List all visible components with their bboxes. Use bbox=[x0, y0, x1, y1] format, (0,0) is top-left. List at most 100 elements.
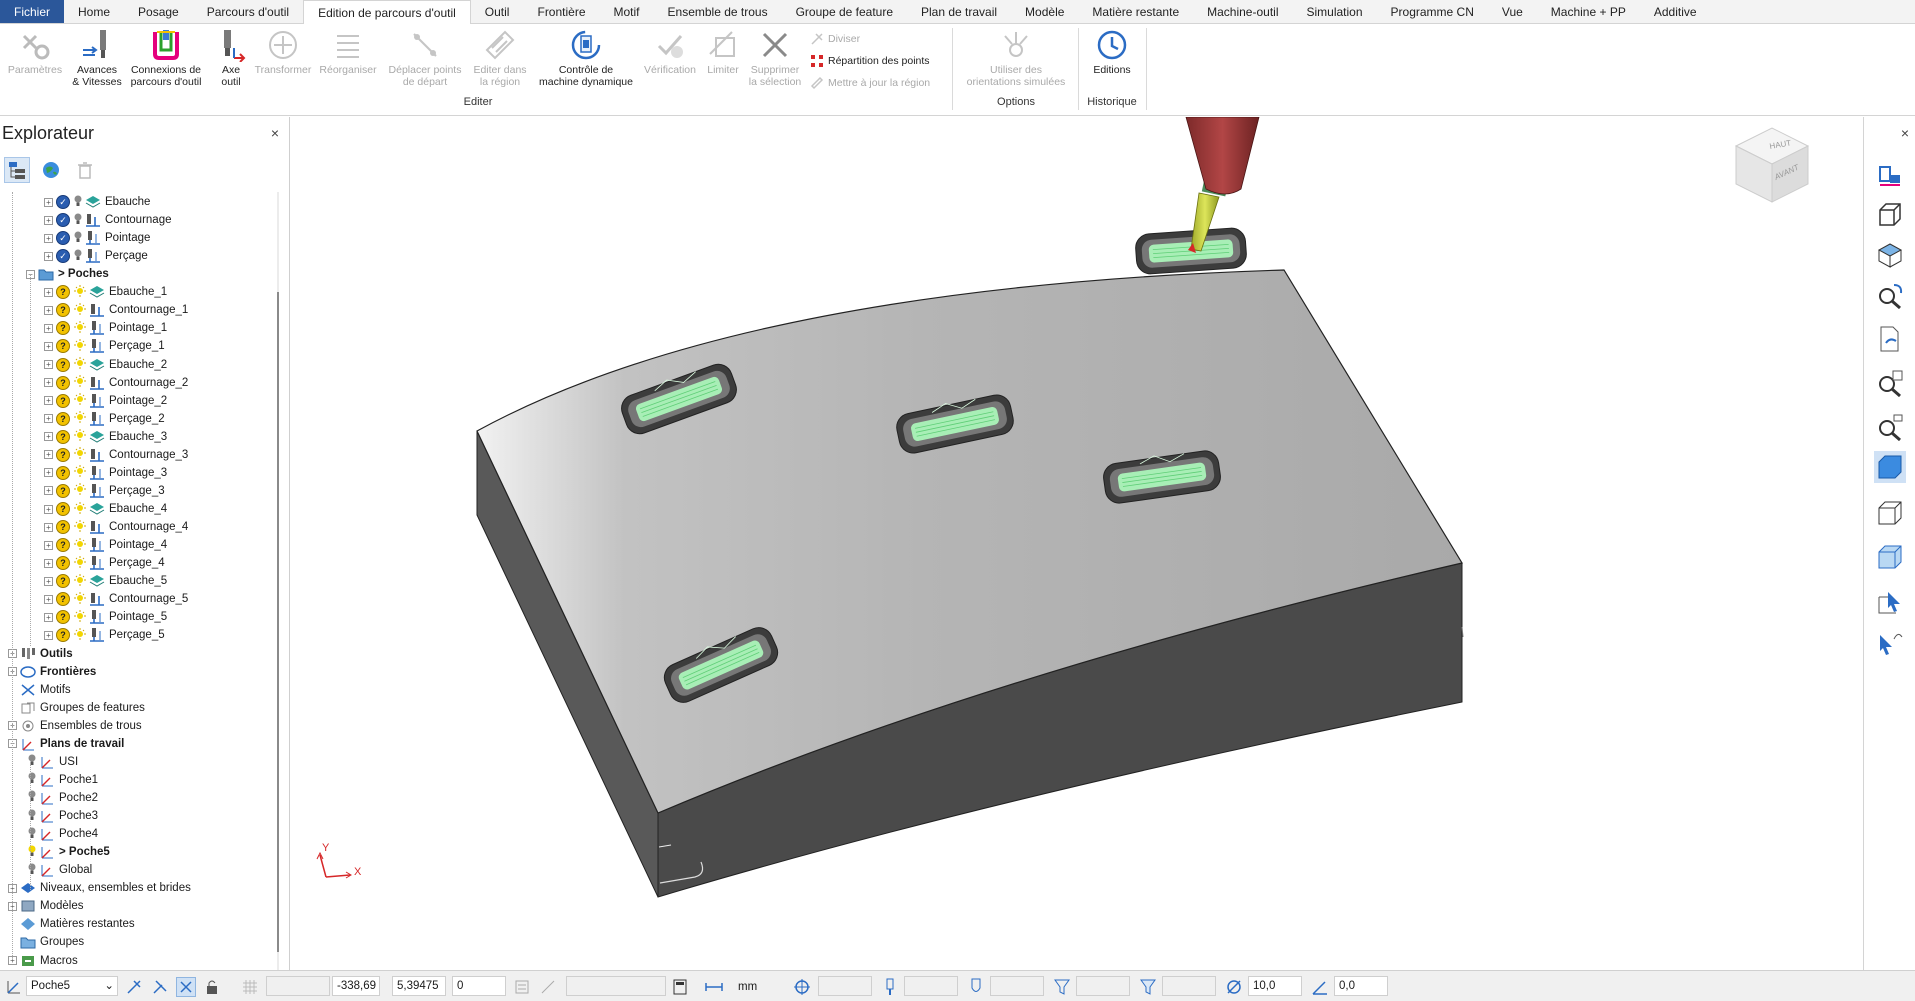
calculated-check-icon[interactable]: ✓ bbox=[56, 231, 70, 246]
tree-node[interactable]: Poche2 bbox=[26, 789, 98, 807]
angle-field[interactable]: 0,0 bbox=[1334, 976, 1388, 996]
select-undo-button[interactable] bbox=[1874, 627, 1906, 659]
tree-node[interactable]: + ✓ Ebauche bbox=[44, 193, 150, 211]
visibility-bulb-icon[interactable] bbox=[72, 573, 89, 589]
visibility-bulb-icon[interactable] bbox=[72, 357, 89, 372]
verification-button[interactable]: Vérification bbox=[638, 28, 702, 76]
menu-tab[interactable]: Parcours d'outil bbox=[193, 0, 303, 23]
uncalculated-question-icon[interactable]: ? bbox=[56, 520, 70, 535]
expand-icon[interactable]: + bbox=[44, 594, 53, 604]
tree-node[interactable]: +? Perçage_2 bbox=[44, 410, 165, 428]
menu-tab[interactable]: Home bbox=[64, 0, 124, 23]
visibility-bulb-icon[interactable] bbox=[72, 609, 89, 625]
tree-node[interactable]: +? Ebauche_1 bbox=[44, 283, 167, 301]
explorer-close-button[interactable]: × bbox=[271, 125, 279, 141]
calculated-check-icon[interactable]: ✓ bbox=[56, 249, 70, 264]
tree-node[interactable]: +? Contournage_2 bbox=[44, 374, 188, 392]
uncalculated-question-icon[interactable]: ? bbox=[56, 429, 70, 444]
menu-tab[interactable]: Simulation bbox=[1293, 0, 1377, 23]
filter-icon[interactable] bbox=[1052, 977, 1072, 997]
expand-icon[interactable]: + bbox=[44, 360, 53, 370]
menu-file[interactable]: Fichier bbox=[0, 0, 65, 23]
tree-node[interactable]: +? Contournage_4 bbox=[44, 518, 188, 536]
globe-view-button[interactable] bbox=[38, 157, 64, 183]
coord-z-field[interactable]: 0 bbox=[452, 976, 506, 996]
tree-node[interactable]: +? Contournage_1 bbox=[44, 301, 188, 319]
ruler-icon[interactable] bbox=[704, 977, 724, 997]
diameter-icon[interactable] bbox=[1224, 977, 1244, 997]
view-top-button[interactable] bbox=[1874, 239, 1906, 271]
menu-tab[interactable]: Posage bbox=[124, 0, 193, 23]
visibility-bulb-icon[interactable] bbox=[72, 393, 89, 408]
visibility-bulb-icon[interactable] bbox=[72, 320, 89, 336]
reorder-button[interactable]: Réorganiser bbox=[316, 28, 380, 76]
tree-node[interactable]: +? Ebauche_3 bbox=[44, 428, 167, 446]
parameters-button[interactable]: Paramètres bbox=[6, 28, 64, 76]
angle-icon[interactable] bbox=[1310, 977, 1330, 997]
uncalculated-question-icon[interactable]: ? bbox=[56, 502, 70, 517]
tree-node[interactable]: +? Contournage_5 bbox=[44, 590, 188, 608]
visibility-bulb-icon[interactable] bbox=[72, 411, 89, 426]
visibility-bulb-icon[interactable] bbox=[72, 302, 89, 318]
menu-tab[interactable]: Plan de travail bbox=[907, 0, 1011, 23]
expand-icon[interactable]: + bbox=[44, 251, 53, 261]
visibility-bulb-icon[interactable] bbox=[72, 501, 89, 517]
expand-icon[interactable]: + bbox=[44, 504, 53, 514]
tree-node[interactable]: + Outils bbox=[8, 645, 73, 663]
tree-node[interactable]: Global bbox=[26, 861, 92, 879]
visibility-bulb-icon[interactable] bbox=[72, 375, 89, 390]
coord-y-field[interactable]: 5,39475 bbox=[392, 976, 446, 996]
expand-icon[interactable]: + bbox=[44, 522, 53, 532]
uncalculated-question-icon[interactable]: ? bbox=[56, 303, 70, 318]
tree-node[interactable]: +? Pointage_1 bbox=[44, 319, 167, 337]
tool-tip-field[interactable] bbox=[990, 976, 1044, 996]
tree-node[interactable]: +? Pointage_3 bbox=[44, 464, 167, 482]
menu-tab[interactable]: Motif bbox=[600, 0, 654, 23]
uncalculated-question-icon[interactable]: ? bbox=[56, 321, 70, 336]
visibility-bulb-icon[interactable] bbox=[26, 772, 39, 787]
split-button[interactable]: Diviser bbox=[810, 32, 860, 46]
select-button[interactable] bbox=[1874, 587, 1906, 619]
axis-snap-button[interactable] bbox=[124, 977, 144, 997]
menu-tab[interactable]: Ensemble de trous bbox=[654, 0, 782, 23]
uncalculated-question-icon[interactable]: ? bbox=[56, 483, 70, 498]
menu-tab[interactable]: Outil bbox=[471, 0, 524, 23]
uncalculated-question-icon[interactable]: ? bbox=[56, 538, 70, 553]
wireframe-view-button[interactable] bbox=[1874, 497, 1906, 529]
visibility-bulb-icon[interactable] bbox=[26, 809, 39, 824]
tree-node[interactable]: +? Perçage_1 bbox=[44, 337, 165, 355]
tree-view-button[interactable] bbox=[4, 157, 30, 183]
visibility-bulb-icon[interactable] bbox=[26, 790, 39, 805]
menu-tab[interactable]: Matière restante bbox=[1078, 0, 1193, 23]
tolerance-field[interactable]: 10,0 bbox=[1248, 976, 1302, 996]
tree-node[interactable]: +? Perçage_3 bbox=[44, 482, 165, 500]
calculator-icon[interactable] bbox=[670, 977, 690, 997]
visibility-bulb-icon[interactable] bbox=[72, 555, 89, 571]
lock-button[interactable] bbox=[202, 977, 222, 997]
expand-icon[interactable]: + bbox=[44, 215, 53, 225]
tree-node[interactable]: Matières restantes bbox=[8, 915, 135, 933]
tree-node[interactable]: − Plans de travail bbox=[8, 735, 124, 753]
3d-viewport[interactable]: HAUT AVANT Y X bbox=[291, 116, 1863, 970]
visibility-bulb-icon[interactable] bbox=[72, 519, 89, 535]
edit-in-region-button[interactable]: Editer dans la région bbox=[468, 28, 532, 88]
tree-node[interactable]: + Modèles bbox=[8, 897, 83, 915]
uncalculated-question-icon[interactable]: ? bbox=[56, 465, 70, 480]
view-iso-button[interactable] bbox=[1874, 159, 1906, 191]
snap-mode-button[interactable] bbox=[176, 977, 196, 997]
zoom-fit-button[interactable] bbox=[1874, 367, 1906, 399]
point-distribution-button[interactable]: Répartition des points bbox=[810, 54, 930, 68]
dynamic-machine-control-button[interactable]: Contrôle de machine dynamique bbox=[530, 28, 642, 88]
crosshair-field[interactable] bbox=[818, 976, 872, 996]
menu-tab[interactable]: Modèle bbox=[1011, 0, 1078, 23]
coord-x-field[interactable]: -338,69 bbox=[332, 976, 380, 996]
expand-icon[interactable]: + bbox=[44, 414, 53, 424]
refresh-view-button[interactable] bbox=[1874, 323, 1906, 355]
tree-node[interactable]: +? Ebauche_4 bbox=[44, 500, 167, 518]
hidden-line-view-button[interactable] bbox=[1874, 541, 1906, 573]
zoom-box-button[interactable] bbox=[1874, 411, 1906, 443]
tree-node[interactable]: + Frontières bbox=[8, 663, 96, 681]
uncalculated-question-icon[interactable]: ? bbox=[56, 610, 70, 625]
scrollbar-thumb[interactable] bbox=[277, 292, 279, 952]
expand-icon[interactable]: + bbox=[44, 341, 53, 351]
